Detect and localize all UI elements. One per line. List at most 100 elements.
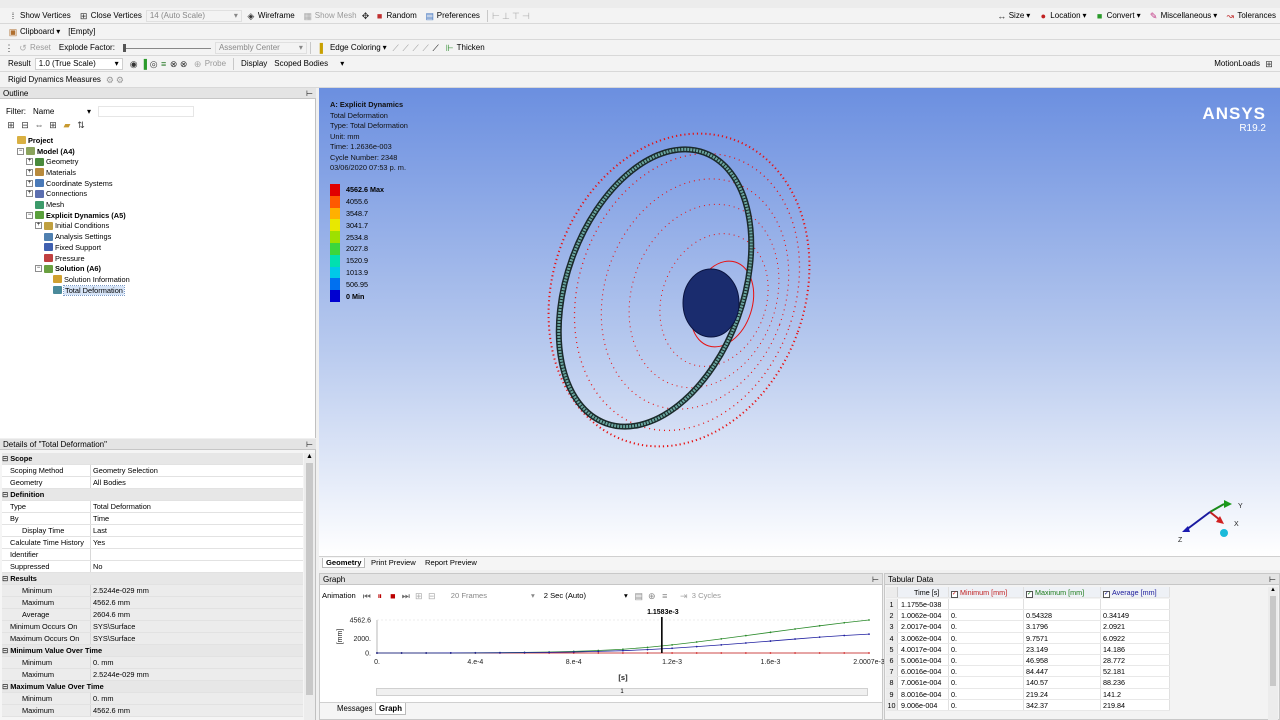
close-vertices-button[interactable]: ⊞ Close Vertices: [75, 9, 146, 23]
coordinate-triad[interactable]: Y X Z: [1174, 488, 1254, 548]
details-section-header[interactable]: ⊟ Maximum Value Over Time: [2, 681, 303, 693]
motion-loads-button[interactable]: MotionLoads: [1210, 57, 1264, 71]
details-row[interactable]: Type Total Deformation: [2, 501, 303, 513]
edge-display-icon-5[interactable]: ⟋: [431, 43, 441, 53]
frames-dropdown[interactable]: 20 Frames ▾: [448, 590, 538, 602]
details-row[interactable]: Maximum 2.5244e-029 mm: [2, 669, 303, 681]
table-row[interactable]: 3 2.0017e-004 0. 3.1796 2.0921: [886, 621, 1170, 633]
tree-item[interactable]: + Materials: [26, 167, 76, 178]
tree-expander-icon[interactable]: +: [26, 190, 33, 198]
tree-item[interactable]: − Model (A4): [17, 146, 75, 157]
tree-expander-icon[interactable]: +: [35, 222, 42, 230]
details-row[interactable]: Minimum Occurs On SYS\Surface: [2, 621, 303, 633]
frame-list-icon[interactable]: ⊟: [427, 591, 437, 601]
table-row[interactable]: 2 1.0062e-004 0. 0.54328 0.34149: [886, 610, 1170, 622]
tree-item[interactable]: − Solution (A6): [35, 263, 101, 274]
tolerances-button[interactable]: ↝ Tolerances: [1221, 9, 1280, 23]
assembly-center-dropdown[interactable]: Assembly Center ▾: [214, 41, 307, 54]
export-icon[interactable]: ▤: [634, 591, 644, 601]
deformed-shape-icon[interactable]: ◎: [149, 59, 159, 69]
tree-item[interactable]: Solution Information: [44, 274, 130, 285]
scrollbar-up-arrow[interactable]: ▲: [1268, 587, 1278, 596]
folder-icon[interactable]: ▰: [62, 120, 72, 130]
details-row[interactable]: Suppressed No: [2, 561, 303, 573]
graph-icon-d[interactable]: ⊣: [521, 11, 531, 21]
slider-thumb[interactable]: [122, 43, 126, 52]
frame-grid-icon[interactable]: ⊞: [414, 591, 424, 601]
cycles-icon[interactable]: ⇥: [679, 591, 689, 601]
scrollbar-thumb[interactable]: [306, 463, 313, 695]
checkbox-maximum[interactable]: ✓: [1026, 591, 1033, 598]
table-row[interactable]: 7 6.0016e-004 0. 84.447 52.181: [886, 666, 1170, 678]
scoped-bodies-dropdown[interactable]: Scoped Bodies ▾: [271, 58, 347, 70]
details-row[interactable]: By Time: [2, 513, 303, 525]
checkbox-minimum[interactable]: ✓: [951, 591, 958, 598]
details-row[interactable]: Minimum 2.5244e-029 mm: [2, 585, 303, 597]
explode-factor-slider[interactable]: [122, 43, 211, 53]
tree-item[interactable]: + Coordinate Systems: [26, 178, 113, 189]
edge-display-icon-1[interactable]: ⟋: [391, 43, 401, 53]
location-menu[interactable]: ● Location ▾: [1034, 9, 1090, 23]
vector-icon[interactable]: ≡: [159, 59, 169, 69]
max-icon[interactable]: ⊗: [179, 59, 189, 69]
miscellaneous-menu[interactable]: ✎ Miscellaneous ▾: [1145, 9, 1222, 23]
zoom-icon[interactable]: ⊕: [647, 591, 657, 601]
tree-item[interactable]: + Connections: [26, 189, 87, 200]
tree-move-icon[interactable]: ⇔: [34, 120, 44, 130]
details-row[interactable]: Minimum 0. mm: [2, 693, 303, 705]
pin-icon[interactable]: ⊢: [306, 439, 313, 450]
edge-coloring-menu[interactable]: ▌ Edge Coloring ▾: [314, 41, 391, 55]
probe-button[interactable]: ⊕ Probe: [189, 57, 230, 71]
tree-item[interactable]: Project: [8, 135, 53, 146]
show-mesh-button[interactable]: ▦ Show Mesh: [299, 9, 361, 23]
collapse-tree-icon[interactable]: ⊟: [20, 120, 30, 130]
tree-expander-icon[interactable]: −: [17, 147, 24, 155]
details-row[interactable]: Calculate Time History Yes: [2, 537, 303, 549]
wireframe-button[interactable]: ◈ Wireframe: [242, 9, 299, 23]
stop-icon[interactable]: ■: [388, 591, 398, 601]
table-row[interactable]: 9 8.0016e-004 0. 219.24 141.2: [886, 688, 1170, 700]
col-average[interactable]: ✓ Average [mm]: [1101, 587, 1170, 598]
viewport-3d[interactable]: A: Explicit Dynamics Total Deformation Typ…: [319, 88, 1280, 556]
convert-menu[interactable]: ■ Convert ▾: [1091, 9, 1145, 23]
rigid-measure-icon-2[interactable]: ⚙: [115, 75, 125, 85]
reset-button[interactable]: ↺ Reset: [14, 41, 55, 55]
contour-icon[interactable]: ◉: [129, 59, 139, 69]
tab-print-preview[interactable]: Print Preview: [368, 558, 419, 568]
table-row[interactable]: 1 1.1755e-038: [886, 599, 1170, 611]
graph-icon-b[interactable]: ⊥: [501, 11, 511, 21]
details-section-header[interactable]: ⊟ Results: [2, 573, 303, 585]
thicken-button[interactable]: ⊩ Thicken: [441, 41, 489, 55]
preferences-button[interactable]: ▤ Preferences: [421, 9, 484, 23]
edge-display-icon-2[interactable]: ⟋: [401, 43, 411, 53]
graph-icon-a[interactable]: ⊢: [491, 11, 501, 21]
min-max-icon[interactable]: ⊗: [169, 59, 179, 69]
table-row[interactable]: 5 4.0017e-004 0. 23.149 14.186: [886, 643, 1170, 655]
details-section-header[interactable]: ⊟ Scope: [2, 453, 303, 465]
col-maximum[interactable]: ✓ Maximum [mm]: [1024, 587, 1101, 598]
scrollbar-up-arrow[interactable]: ▲: [304, 453, 315, 463]
tree-item[interactable]: Total Deformation: [44, 284, 125, 296]
tree-item[interactable]: + Geometry: [26, 156, 78, 167]
tabular-scrollbar[interactable]: ▲: [1268, 587, 1278, 720]
graph-icon-c[interactable]: ⊤: [511, 11, 521, 21]
details-section-header[interactable]: ⊟ Definition: [2, 489, 303, 501]
tree-expander-icon[interactable]: −: [26, 211, 33, 219]
checkbox-average[interactable]: ✓: [1103, 591, 1110, 598]
time-slider[interactable]: 1: [376, 688, 868, 696]
tree-item[interactable]: + Initial Conditions: [35, 221, 109, 232]
details-row[interactable]: Scoping Method Geometry Selection: [2, 465, 303, 477]
pause-icon[interactable]: ⏸: [375, 591, 385, 601]
tab-graph[interactable]: Graph: [375, 703, 406, 715]
pin-icon[interactable]: ⊢: [1269, 574, 1276, 585]
show-vertices-button[interactable]: ⁞ Show Vertices: [4, 9, 75, 23]
table-row[interactable]: 6 5.0061e-004 0. 46.958 28.772: [886, 655, 1170, 667]
duration-dropdown[interactable]: 2 Sec (Auto) ▾: [541, 590, 631, 602]
details-section-header[interactable]: ⊟ Minimum Value Over Time: [2, 645, 303, 657]
pin-icon[interactable]: ⊢: [872, 574, 879, 585]
edge-display-icon-3[interactable]: ⟋: [411, 43, 421, 53]
details-scrollbar[interactable]: ▲: [304, 453, 315, 720]
tree-item[interactable]: Fixed Support: [35, 242, 101, 253]
table-row[interactable]: 10 9.006e-004 0. 342.37 219.84: [886, 699, 1170, 711]
details-row[interactable]: Identifier: [2, 549, 303, 561]
